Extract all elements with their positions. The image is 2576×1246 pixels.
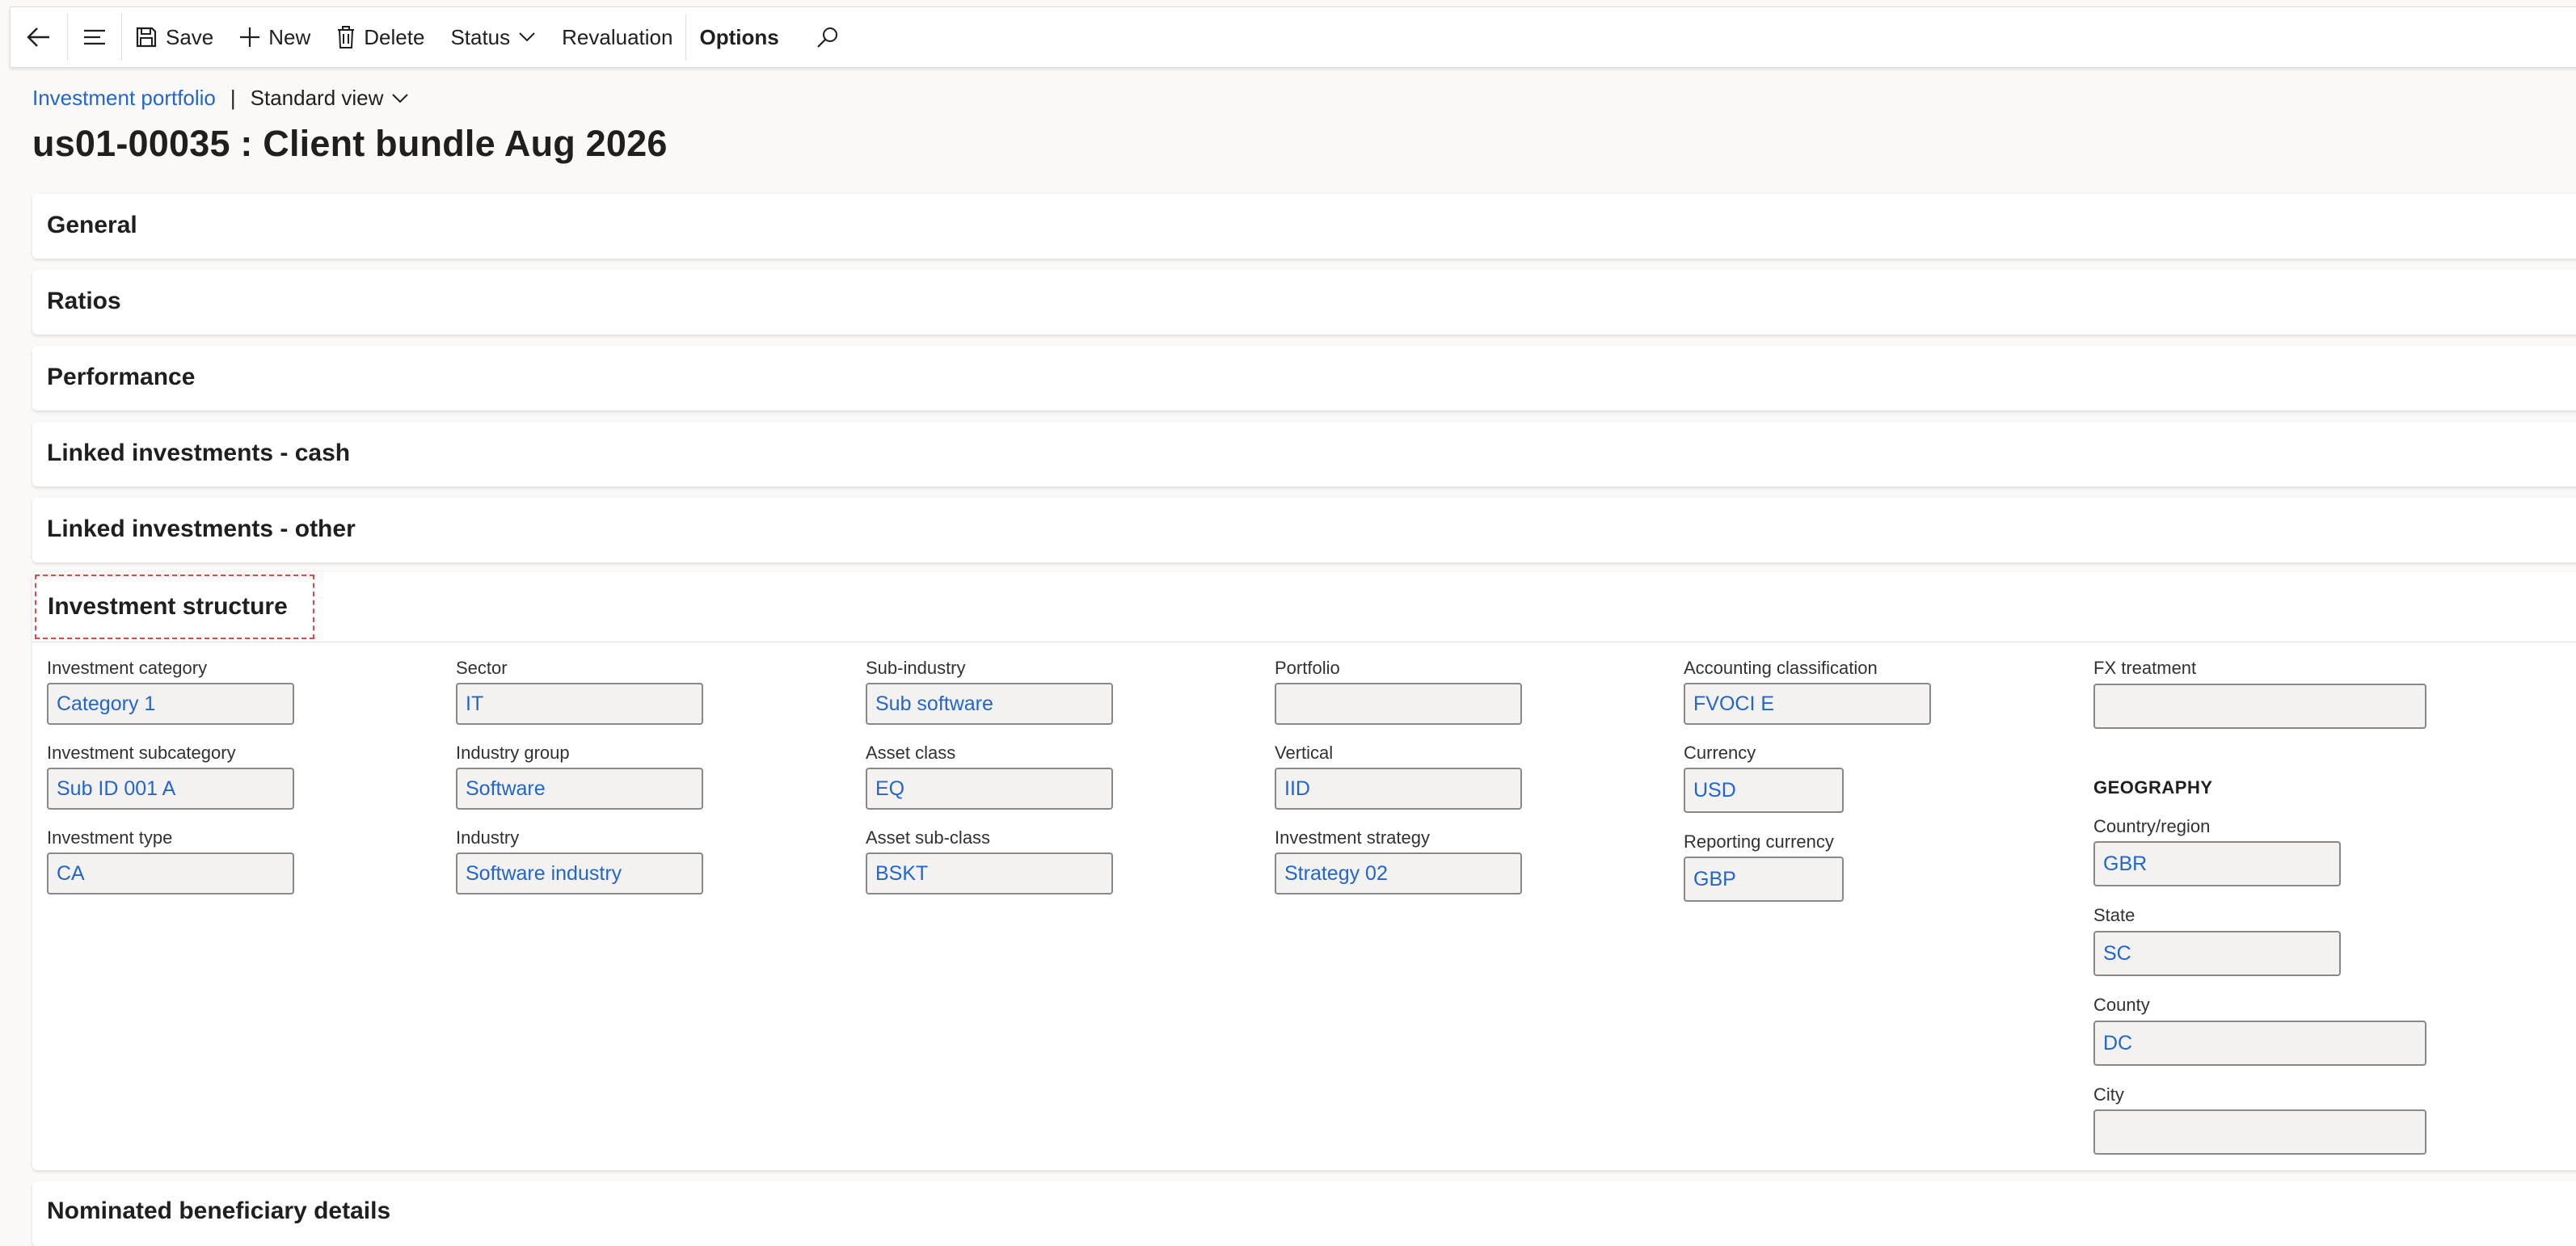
search-icon: [816, 27, 837, 48]
portfolio-field[interactable]: [1275, 683, 1522, 725]
investment-category-field[interactable]: Category 1: [47, 683, 294, 725]
sector-field[interactable]: IT: [456, 683, 703, 725]
city-label: City: [2093, 1084, 2124, 1105]
investment-subcategory-field[interactable]: Sub ID 001 A: [47, 768, 294, 810]
section-linked-cash[interactable]: Linked investments - cash: [32, 422, 2576, 486]
geography-heading: GEOGRAPHY: [2093, 777, 2213, 798]
section-title-investment-structure[interactable]: Investment structure: [35, 575, 314, 639]
delete-button[interactable]: Delete: [323, 7, 437, 67]
portfolio-label: Portfolio: [1275, 658, 1340, 678]
accounting-classification-label: Accounting classification: [1684, 658, 1878, 678]
industry-group-label: Industry group: [456, 743, 570, 763]
view-selector[interactable]: Standard view: [251, 86, 410, 111]
options-label: Options: [699, 24, 779, 49]
action-toolbar: Save New Delete Status Revaluation Optio…: [10, 6, 2576, 68]
asset-sub-class-label: Asset sub-class: [866, 827, 991, 848]
currency-field[interactable]: USD: [1684, 768, 1844, 813]
section-general[interactable]: General: [32, 194, 2576, 259]
back-button[interactable]: [11, 7, 67, 67]
breadcrumb: Investment portfolio | Standard view: [32, 86, 409, 111]
options-button[interactable]: Options: [686, 7, 791, 67]
state-field[interactable]: SC: [2093, 931, 2341, 976]
asset-class-field[interactable]: EQ: [866, 768, 1113, 810]
section-title-nominated-beneficiary: Nominated beneficiary details: [47, 1198, 391, 1224]
new-button[interactable]: New: [226, 7, 323, 67]
menu-lines-icon: [84, 29, 105, 45]
chevron-down-icon: [392, 93, 409, 103]
sector-label: Sector: [456, 658, 508, 678]
country-region-label: Country/region: [2093, 816, 2211, 836]
save-button[interactable]: Save: [122, 7, 226, 67]
investment-type-field[interactable]: CA: [47, 852, 294, 895]
industry-label: Industry: [456, 827, 520, 848]
status-label: Status: [450, 24, 511, 49]
trash-icon: [338, 26, 355, 48]
fx-treatment-label: FX treatment: [2093, 658, 2197, 678]
industry-field[interactable]: Software industry: [456, 852, 703, 895]
reporting-currency-field[interactable]: GBP: [1684, 857, 1844, 902]
industry-group-field[interactable]: Software: [456, 768, 703, 810]
accounting-classification-field[interactable]: FVOCI E: [1684, 683, 1931, 725]
section-title-general: General: [47, 212, 137, 238]
revaluation-label: Revaluation: [562, 24, 673, 49]
revaluation-button[interactable]: Revaluation: [549, 7, 685, 67]
fx-treatment-field[interactable]: [2093, 684, 2426, 729]
back-arrow-icon: [27, 27, 49, 47]
city-field[interactable]: [2093, 1109, 2426, 1155]
investment-strategy-field[interactable]: Strategy 02: [1275, 852, 1522, 895]
section-title-performance: Performance: [47, 364, 196, 390]
section-title-linked-cash: Linked investments - cash: [47, 440, 351, 466]
section-ratios[interactable]: Ratios: [32, 270, 2576, 335]
vertical-field[interactable]: IID: [1275, 768, 1522, 810]
chevron-down-icon: [519, 32, 535, 42]
status-menu-button[interactable]: Status: [437, 7, 549, 67]
country-region-field[interactable]: GBR: [2093, 841, 2341, 886]
section-linked-other[interactable]: Linked investments - other: [32, 498, 2576, 562]
sub-industry-label: Sub-industry: [866, 658, 966, 678]
investment-strategy-label: Investment strategy: [1275, 827, 1430, 848]
section-performance[interactable]: Performance: [32, 346, 2576, 410]
new-label: New: [268, 24, 311, 49]
view-selector-label: Standard view: [250, 86, 384, 110]
sub-industry-field[interactable]: Sub software: [866, 683, 1113, 725]
breadcrumb-separator: |: [230, 86, 236, 110]
breadcrumb-link[interactable]: Investment portfolio: [32, 86, 216, 111]
county-field[interactable]: DC: [2093, 1021, 2426, 1066]
page-title: us01-00035 : Client bundle Aug 2026: [32, 123, 668, 164]
investment-subcategory-label: Investment subcategory: [47, 743, 236, 763]
section-title-linked-other: Linked investments - other: [47, 516, 356, 542]
search-button[interactable]: [792, 7, 863, 67]
county-label: County: [2093, 995, 2150, 1015]
section-investment-structure: Investment structure Investment category…: [32, 572, 2576, 1170]
section-nominated-beneficiary[interactable]: Nominated beneficiary details: [32, 1181, 2576, 1246]
menu-button[interactable]: [68, 7, 121, 67]
section-title-ratios: Ratios: [47, 288, 121, 314]
plus-icon: [240, 27, 260, 47]
asset-sub-class-field[interactable]: BSKT: [866, 852, 1113, 895]
reporting-currency-label: Reporting currency: [1684, 831, 1834, 852]
investment-type-label: Investment type: [47, 827, 173, 848]
save-label: Save: [166, 24, 214, 49]
asset-class-label: Asset class: [866, 743, 956, 763]
vertical-label: Vertical: [1275, 743, 1334, 763]
save-icon: [136, 27, 157, 48]
delete-label: Delete: [364, 24, 425, 49]
currency-label: Currency: [1684, 743, 1756, 763]
state-label: State: [2093, 905, 2135, 925]
investment-category-label: Investment category: [47, 658, 208, 678]
